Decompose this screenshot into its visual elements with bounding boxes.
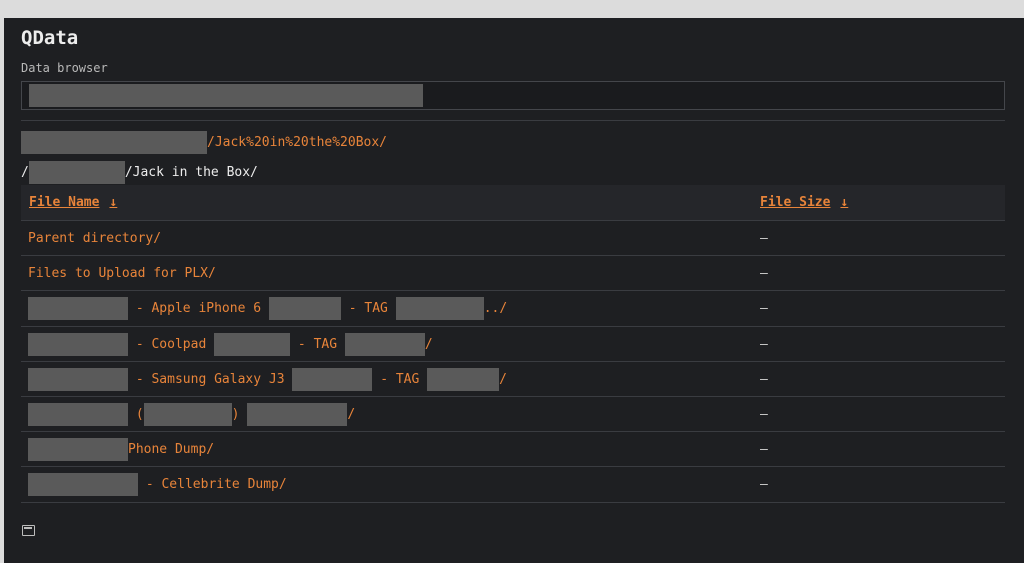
app-subtitle: Data browser (21, 61, 108, 75)
file-name-text: - Cellebrite Dump/ (138, 477, 287, 493)
file-size: – (760, 406, 768, 422)
file-name-text: ) (231, 406, 248, 422)
file-size: – (760, 336, 768, 352)
redacted-block (28, 473, 138, 497)
file-name-text: Phone Dump/ (128, 442, 215, 458)
table-row[interactable]: - Samsung Galaxy J3 - TAG / – (21, 362, 1005, 397)
file-name-text: ../ (483, 301, 508, 317)
redacted-block (268, 297, 341, 321)
divider (21, 120, 1005, 121)
path-prefix: / (21, 164, 29, 180)
redacted-block (28, 160, 125, 184)
file-name-text: Files to Upload for PLX/ (28, 266, 216, 282)
table-row[interactable]: - Coolpad - TAG / – (21, 327, 1005, 362)
file-size: – (760, 301, 768, 317)
file-size: – (760, 442, 768, 458)
table-header: File Name ↓ File Size ↓ (21, 185, 1005, 221)
file-name-text: / (499, 371, 507, 387)
column-label: File Name (29, 195, 100, 210)
file-name-text: - Apple iPhone 6 (128, 301, 269, 317)
table-row[interactable]: - Cellebrite Dump/ – (21, 467, 1005, 503)
file-link[interactable]: Files to Upload for PLX/ (28, 256, 216, 291)
window-icon[interactable] (22, 525, 35, 536)
table-row[interactable]: - Apple iPhone 6 - TAG ../ – (21, 291, 1005, 327)
file-name-text: / (424, 336, 433, 352)
file-name-text: - Samsung Galaxy J3 (128, 371, 293, 387)
file-size: – (760, 477, 768, 493)
column-header-file-size[interactable]: File Size ↓ (760, 195, 848, 210)
column-label: File Size (760, 195, 831, 210)
redacted-block (247, 402, 348, 426)
redacted-block (292, 367, 373, 391)
redacted-block (28, 438, 128, 462)
url-path[interactable]: /Jack%20in%20the%20Box/ (207, 135, 387, 150)
redacted-block (344, 332, 425, 356)
file-name-text: - TAG (372, 371, 428, 387)
file-list: Parent directory/ – Files to Upload for … (21, 221, 1005, 503)
redacted-block (28, 402, 128, 426)
file-name-text: / (347, 406, 356, 422)
file-link[interactable]: ( ) / (28, 397, 355, 432)
table-row[interactable]: ( ) / – (21, 397, 1005, 433)
redacted-block (28, 297, 128, 321)
redacted-block (395, 297, 484, 321)
path-breadcrumb: / /Jack in the Box/ (21, 160, 258, 184)
url-breadcrumb[interactable]: /Jack%20in%20the%20Box/ (21, 130, 387, 154)
file-name-text: - TAG (290, 336, 345, 352)
table-row[interactable]: Files to Upload for PLX/ – (21, 256, 1005, 292)
redacted-block (28, 332, 128, 356)
file-size: – (760, 231, 768, 246)
sort-arrow-icon: ↓ (109, 195, 118, 210)
redacted-block (427, 367, 500, 391)
redacted-block (214, 332, 291, 356)
path-label: /Jack in the Box/ (124, 164, 258, 180)
redacted-block (143, 402, 232, 426)
file-name-text: - TAG (340, 301, 396, 317)
file-link[interactable]: - Samsung Galaxy J3 - TAG / (28, 362, 507, 397)
app-title: QData (21, 27, 79, 49)
file-link[interactable]: - Apple iPhone 6 - TAG ../ (28, 291, 507, 326)
file-name-text: Parent directory/ (28, 231, 162, 246)
file-name-text: ( (128, 406, 144, 422)
app-window: QData Data browser /Jack%20in%20the%20Bo… (4, 18, 1024, 563)
file-name-text: - Coolpad (128, 336, 215, 352)
table-row[interactable]: Parent directory/ – (21, 221, 1005, 257)
file-size: – (760, 371, 768, 387)
search-input[interactable] (21, 81, 1005, 110)
table-row[interactable]: Phone Dump/ – (21, 432, 1005, 468)
file-link[interactable]: Phone Dump/ (28, 432, 214, 467)
sort-arrow-icon: ↓ (840, 195, 849, 210)
column-header-file-name[interactable]: File Name ↓ (29, 195, 117, 210)
redacted-block (29, 84, 423, 107)
redacted-block (28, 367, 128, 391)
file-link[interactable]: Parent directory/ (28, 221, 161, 256)
file-link[interactable]: - Cellebrite Dump/ (28, 467, 287, 502)
file-link[interactable]: - Coolpad - TAG / (28, 327, 433, 362)
file-size: – (760, 266, 768, 282)
redacted-block (21, 130, 207, 154)
